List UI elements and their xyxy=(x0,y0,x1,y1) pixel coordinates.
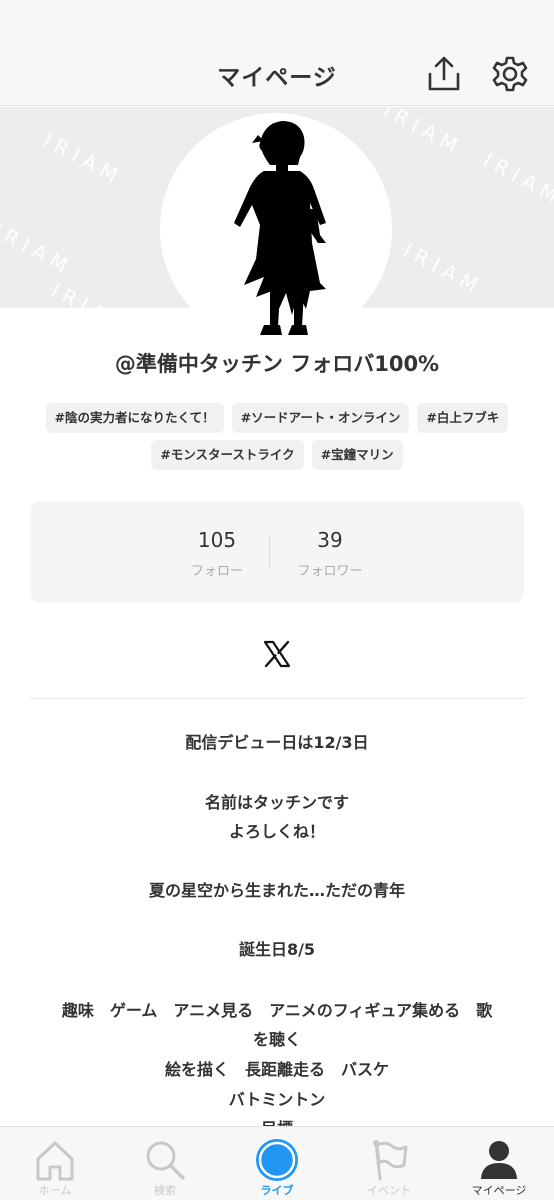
bio-line: 夏の星空から生まれた…ただの青年 xyxy=(148,881,405,900)
follower-count: 39 xyxy=(317,528,343,552)
share-icon[interactable] xyxy=(424,54,464,94)
tab-home[interactable]: ホーム xyxy=(0,1127,110,1200)
tag-chip[interactable]: #宝鐘マリン xyxy=(311,440,403,470)
tag-list: #陰の実力者になりたくて！ #ソードアート・オンライン #白上フブキ xyxy=(20,403,534,433)
home-icon xyxy=(36,1141,74,1181)
tab-mypage[interactable]: マイページ xyxy=(444,1127,554,1200)
follower-stat[interactable]: 39 フォロワー xyxy=(270,528,390,579)
tab-label: マイページ xyxy=(471,1184,527,1197)
tag-list: #モンスターストライク #宝鐘マリン xyxy=(20,440,534,470)
bio-line: 誕生日8/5 xyxy=(238,940,316,959)
bio-line: バトミントン xyxy=(228,1090,326,1109)
bio-line: 名前はタッチンです xyxy=(204,793,349,812)
bio-line: を聴く xyxy=(252,1030,301,1049)
follow-label: フォロー xyxy=(190,564,243,579)
section-divider xyxy=(30,698,524,699)
tab-label: ライブ xyxy=(260,1184,294,1197)
tab-label: イベント xyxy=(367,1184,411,1197)
flag-icon xyxy=(373,1140,408,1181)
tab-live[interactable]: ライブ xyxy=(222,1127,332,1200)
tab-search[interactable]: 検索 xyxy=(110,1127,220,1200)
banner-watermark: IRIAM xyxy=(399,238,488,300)
banner-watermark: IRIAM xyxy=(479,148,554,210)
follow-count: 105 xyxy=(197,528,237,552)
bio-line: 絵を描く 長距離走る バスケ xyxy=(164,1060,389,1079)
x-logo-icon[interactable] xyxy=(262,639,292,669)
bio-line: よろしくね！ xyxy=(228,822,325,841)
tag-chip[interactable]: #ソードアート・オンライン xyxy=(231,403,410,433)
gear-icon[interactable] xyxy=(490,54,530,94)
bottom-tab-bar: ホーム 検索 ライブ イベント マイページ xyxy=(0,1126,554,1200)
tab-label: ホーム xyxy=(38,1184,72,1197)
live-icon xyxy=(256,1139,298,1181)
bio-line: 配信デビュー日は12/3日 xyxy=(185,733,369,752)
character-silhouette xyxy=(234,121,326,335)
username: @準備中タッチン フォロバ100% xyxy=(114,352,440,376)
search-icon xyxy=(146,1141,185,1180)
tag-chip[interactable]: #陰の実力者になりたくて！ xyxy=(45,403,224,433)
banner-watermark: IRIAM xyxy=(47,278,135,308)
tab-label: 検索 xyxy=(154,1184,176,1197)
app-header: マイページ xyxy=(0,0,554,106)
page-title: マイページ xyxy=(217,65,337,91)
follower-label: フォロワー xyxy=(297,564,363,579)
bio-line: 趣味 ゲーム アニメ見る アニメのフィギュア集める 歌 xyxy=(61,1001,493,1020)
banner-watermark: IRIAM xyxy=(0,218,78,280)
banner-watermark: IRIAM xyxy=(379,107,468,160)
banner-watermark: IRIAM xyxy=(39,128,128,190)
tab-event[interactable]: イベント xyxy=(334,1127,444,1200)
tag-chip[interactable]: #白上フブキ xyxy=(417,403,509,433)
follow-stat[interactable]: 105 フォロー xyxy=(157,528,277,579)
tag-chip[interactable]: #モンスターストライク xyxy=(151,440,304,470)
follow-stats-card: 105 フォロー 39 フォロワー xyxy=(30,501,524,603)
avatar[interactable] xyxy=(160,113,392,345)
person-icon xyxy=(481,1141,517,1179)
